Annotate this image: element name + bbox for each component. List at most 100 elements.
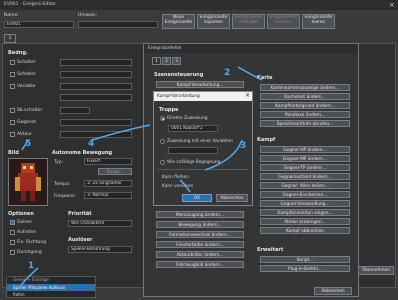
variable-checkbox[interactable]	[10, 84, 15, 89]
stepping-label: Aufreten	[17, 230, 37, 235]
copy-page-button[interactable]: Ereignisseite kopieren	[197, 14, 230, 29]
speed-select[interactable]: 3: 2x langsamer	[84, 180, 132, 187]
actor-field[interactable]	[60, 131, 132, 138]
note-label: Hinweis:	[78, 13, 98, 18]
direction-fix-label: Fix. Richtung	[17, 240, 47, 245]
priority-select[interactable]: Wie Charaktere	[68, 220, 132, 227]
note-input[interactable]	[78, 21, 158, 28]
clear-page-button[interactable]: Ereignisseite leeren	[302, 14, 335, 29]
battle-background-button[interactable]: Kampfhintergrund ändern...	[260, 102, 350, 109]
speed-label: Tempo:	[54, 182, 71, 187]
close-icon[interactable]: ×	[245, 92, 250, 99]
parallax-button[interactable]: Parallaxe ändern...	[260, 111, 350, 118]
abort-battle-button[interactable]: Kampf abbrechen	[260, 227, 350, 234]
enemy-state-button[interactable]: Gegnerzustand ändern...	[260, 173, 350, 180]
vehicle-image-button[interactable]: Fahrzeugbild ändern...	[156, 261, 244, 268]
item-checkbox[interactable]	[10, 120, 15, 125]
enemy-tp-button[interactable]: Gegner-TP ändern...	[260, 164, 350, 171]
divider	[158, 169, 248, 170]
battle-dialog-title-bar: Kampf-Verarbeitung ×	[154, 92, 252, 101]
variable-value-field[interactable]	[60, 94, 132, 101]
stepping-checkbox[interactable]	[10, 230, 15, 235]
route-button[interactable]: Route...	[98, 168, 132, 175]
event-commands-title-bar: Ereignisbefehle	[144, 44, 358, 53]
direction-fix-checkbox[interactable]	[10, 240, 15, 245]
advanced-header: Erweitert	[257, 247, 284, 253]
map-header: Karte	[257, 75, 273, 81]
force-action-button[interactable]: Aktion erzwingen...	[260, 218, 350, 225]
battle-processing-button[interactable]: Kampf-Verarbeitung...	[156, 81, 244, 88]
type-select[interactable]: Fixiert	[84, 158, 132, 165]
switch2-field[interactable]	[60, 71, 132, 78]
enemy-transform-button[interactable]: Gegner-Verwandlung...	[260, 200, 350, 207]
list-item[interactable]: Rafen	[13, 292, 25, 297]
frequency-select[interactable]: 3: Normal	[84, 192, 132, 199]
enemy-mp-button[interactable]: Gegner-MP ändern...	[260, 155, 350, 162]
random-encounter-radio[interactable]	[160, 160, 165, 165]
through-checkbox[interactable]	[10, 250, 15, 255]
tab-page-1[interactable]: 1	[4, 34, 16, 43]
battle-header: Kampf	[257, 137, 276, 143]
variable-designation-radio[interactable]	[160, 139, 165, 144]
switch2-checkbox[interactable]	[10, 72, 15, 77]
window-color-button[interactable]: Fensterfarbe ändern...	[156, 241, 244, 248]
switch1-checkbox[interactable]	[10, 60, 15, 65]
plugin-command-button[interactable]: Plug-in-Befehl...	[260, 265, 350, 272]
self-switch-checkbox[interactable]	[10, 108, 15, 113]
can-lose-label[interactable]: Kann verlieren	[162, 184, 193, 189]
menu-access-button[interactable]: Menüzugang ändern...	[156, 211, 244, 218]
tab-3[interactable]: 3	[172, 57, 181, 65]
tileset-button[interactable]: Kachelset ändern...	[260, 93, 350, 100]
variable-field[interactable]	[60, 83, 132, 90]
conditions-header: Bedng.	[8, 50, 28, 56]
movement-button[interactable]: Bewegung ändern...	[156, 221, 244, 228]
walking-checkbox[interactable]	[10, 220, 15, 225]
event-commands-title: Ereignisbefehle	[148, 46, 182, 51]
type-label: Typ:	[54, 160, 64, 165]
actor-images-button[interactable]: Akteurbilder ändern...	[156, 251, 244, 258]
variable-designation-field[interactable]	[168, 147, 218, 154]
item-field[interactable]	[60, 119, 132, 126]
location-info-button[interactable]: Speicherort/Info abrufen...	[260, 120, 350, 127]
paste-page-button[interactable]: Ereignisseite einfügen	[232, 14, 265, 29]
apply-button[interactable]: Übernehmen	[358, 266, 394, 275]
event-commands-cancel-button[interactable]: Abbrechen	[314, 287, 352, 295]
direct-designation-radio[interactable]	[160, 116, 165, 121]
battle-dialog-cancel-button[interactable]: Abbrechen	[216, 194, 248, 202]
tab-2[interactable]: 2	[162, 57, 171, 65]
walking-label: Gehen	[17, 220, 32, 225]
frequency-label: Frequenz:	[54, 194, 76, 199]
event-image[interactable]	[8, 158, 48, 206]
options-header: Optionen	[8, 211, 34, 217]
script-button[interactable]: Skript...	[260, 256, 350, 263]
map-name-display-button[interactable]: Kartennamensanzeige ändern...	[260, 84, 350, 91]
delete-page-button[interactable]: Ereignisseite löschen	[267, 14, 300, 29]
enemy-recover-all-button[interactable]: Gegner: Alles heilen...	[260, 182, 350, 189]
list-item[interactable]: Spieler Mitspieler Kollision	[13, 285, 65, 290]
can-escape-label[interactable]: Kann fliehen	[162, 175, 189, 180]
troop-header: Truppe	[159, 107, 179, 113]
random-encounter-label: Wie zufällige Begegnung	[167, 160, 221, 165]
trigger-select[interactable]: Spieler-Berührung	[68, 246, 132, 253]
actor-checkbox[interactable]	[10, 132, 15, 137]
battle-animation-button[interactable]: Kampfanimation zeigen...	[260, 209, 350, 216]
sprite-icon	[15, 163, 41, 201]
name-input[interactable]: EV001	[4, 21, 74, 28]
tab-1[interactable]: 1	[152, 57, 161, 65]
scene-control-header: Szenensteuerung	[154, 72, 204, 78]
trigger-header: Auslöser	[68, 237, 93, 243]
list-item[interactable]: Gehen + Einträge	[13, 277, 49, 282]
ok-button[interactable]: OK	[182, 194, 212, 202]
self-switch-field[interactable]	[60, 107, 90, 114]
switch1-field[interactable]	[60, 59, 132, 66]
enemy-appear-button[interactable]: Gegner-Erscheinen...	[260, 191, 350, 198]
close-icon[interactable]: ×	[389, 1, 395, 9]
enemy-hp-button[interactable]: Gegner-HP ändern...	[260, 146, 350, 153]
battle-dialog-title: Kampf-Verarbeitung	[157, 94, 200, 99]
direct-designation-label: Direkte Zuweisung	[167, 116, 208, 121]
formation-button[interactable]: Formationswechsel ändern...	[156, 231, 244, 238]
through-label: Durchgang	[17, 250, 42, 255]
troop-select[interactable]: 0001 Kobold*2	[168, 125, 218, 132]
new-page-button[interactable]: Neue Ereignisseite	[162, 14, 195, 29]
variable-designation-label: Zuweisung mit einer Variablen	[167, 139, 233, 144]
